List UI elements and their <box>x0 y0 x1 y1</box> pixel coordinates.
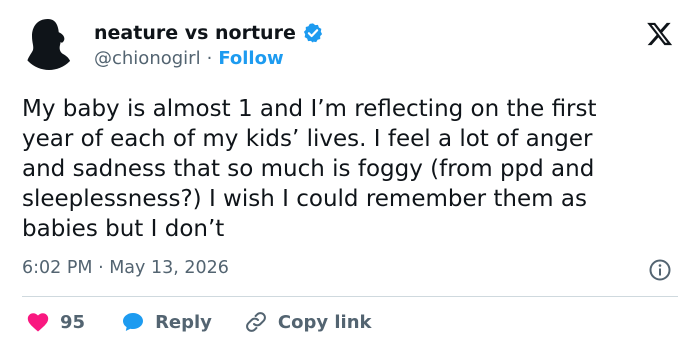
tweet-text: My baby is almost 1 and I’m reflecting o… <box>22 96 597 242</box>
heart-icon <box>27 313 49 332</box>
link-icon <box>246 312 266 332</box>
follow-button[interactable]: Follow <box>218 48 283 69</box>
separator-dot: · <box>206 48 213 69</box>
copy-link-button[interactable]: Copy link <box>244 310 372 334</box>
tweet-timestamp[interactable]: 6:02 PM · May 13, 2026 <box>22 258 229 278</box>
avatar[interactable] <box>20 12 78 70</box>
x-logo-icon[interactable] <box>646 20 674 48</box>
copy-link-label: Copy link <box>277 311 372 333</box>
divider <box>22 296 678 297</box>
verified-badge-icon <box>303 23 322 43</box>
author-name-row: neature vs norture <box>94 22 324 44</box>
like-count: 95 <box>60 311 86 333</box>
speech-bubble-icon <box>123 313 144 331</box>
reply-button[interactable]: Reply <box>121 310 212 334</box>
silhouette-icon <box>20 12 78 70</box>
action-bar: 95 Reply Copy link <box>26 310 372 334</box>
author-display-name[interactable]: neature vs norture <box>94 22 296 44</box>
author-handle-row: @chionogirl · Follow <box>94 48 284 69</box>
info-icon[interactable] <box>648 258 672 282</box>
reply-label: Reply <box>155 311 212 333</box>
author-handle[interactable]: @chionogirl <box>94 48 201 69</box>
like-button[interactable]: 95 <box>26 310 85 334</box>
